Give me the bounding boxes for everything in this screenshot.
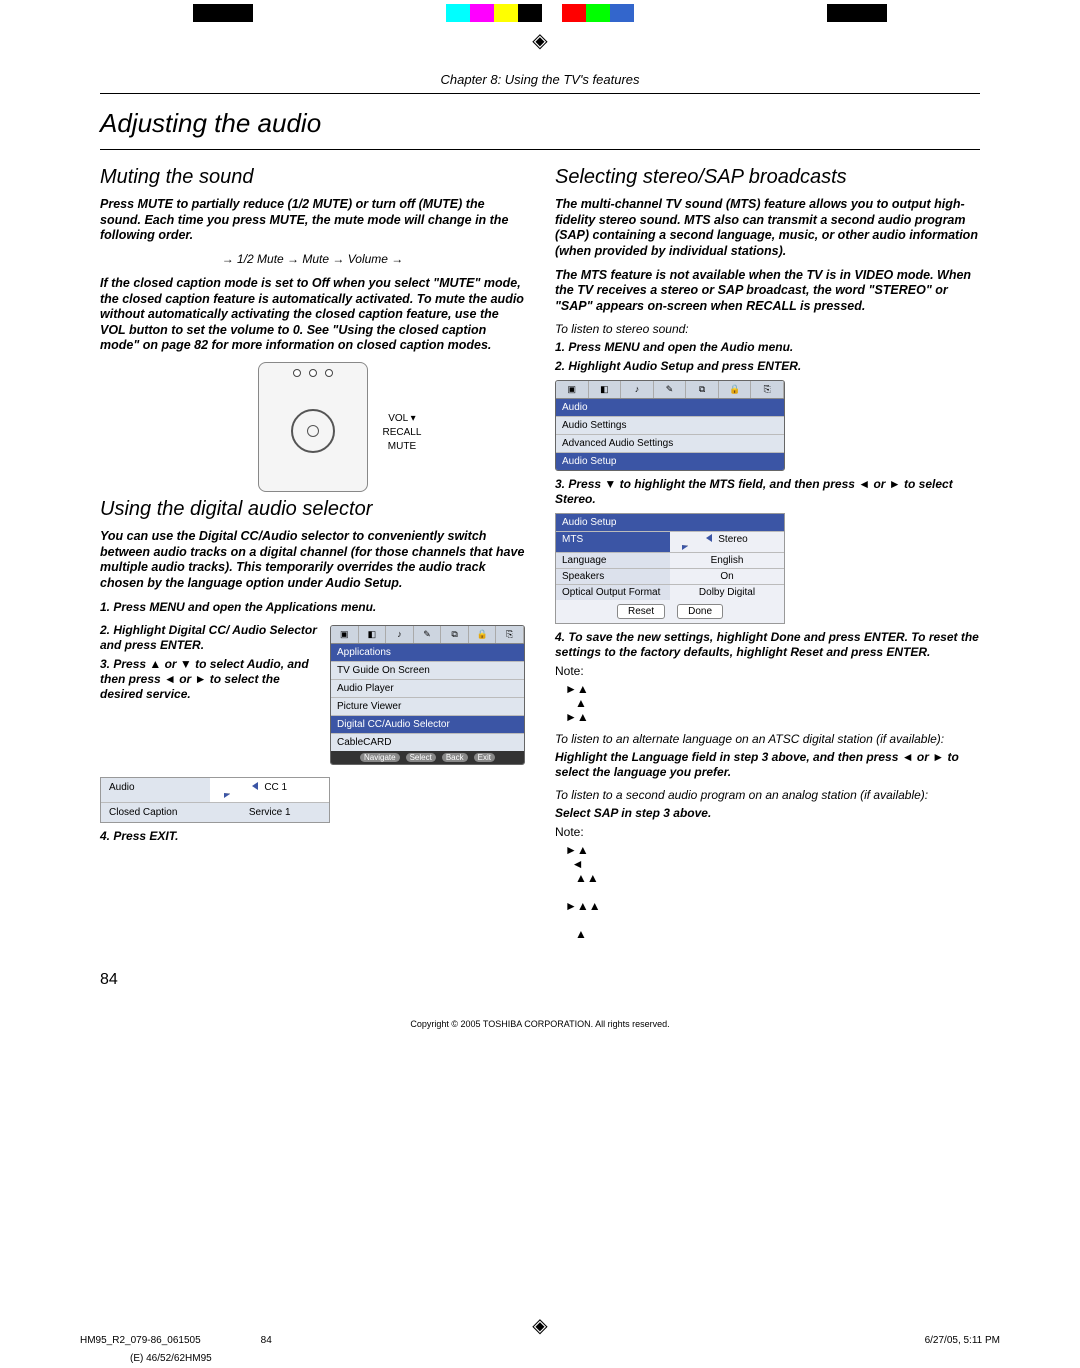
page-number: 84: [100, 971, 980, 989]
tab-icon: ▣: [556, 381, 589, 398]
mute-cycle-chain: → 1/2 Mute → Mute → Volume →: [100, 252, 525, 266]
optical-label: Optical Output Format: [556, 585, 670, 600]
note-label-2: Note:: [555, 825, 980, 839]
audio-setup-table: Audio Setup MTS Stereo Language English …: [555, 513, 785, 624]
tab-icon: ♪: [386, 626, 414, 643]
tab-icon: ⧉: [686, 381, 719, 398]
print-footer: HM95_R2_079-86_061505 84 6/27/05, 5:11 P…: [0, 1335, 1080, 1346]
tab-icon: ✎: [414, 626, 442, 643]
audio-row-label: Audio: [101, 778, 210, 802]
menu-item[interactable]: Audio Settings: [556, 416, 784, 434]
divider: [100, 93, 980, 94]
nav-hint: Exit: [474, 753, 495, 762]
language-value[interactable]: English: [670, 553, 784, 568]
tab-icon: ⧉: [441, 626, 469, 643]
listen-stereo-lead: To listen to stereo sound:: [555, 322, 980, 336]
step-2: 2. Highlight Digital CC/ Audio Selector …: [100, 623, 324, 653]
r-step-1: 1. Press MENU and open the Audio menu.: [555, 340, 980, 355]
mts-value[interactable]: Stereo: [670, 532, 784, 552]
muting-intro: Press MUTE to partially reduce (1/2 MUTE…: [100, 197, 525, 244]
registration-mark-icon: ◈: [532, 28, 547, 53]
note-bullets-2: ►▲ ◄ ▲▲►▲▲ ▲: [565, 843, 980, 941]
stereo-intro-2: The MTS feature is not available when th…: [555, 268, 980, 315]
tab-icon: ◧: [359, 626, 387, 643]
nav-hint: Back: [442, 753, 468, 762]
menu-item[interactable]: Audio Player: [331, 679, 524, 697]
menu-title: Applications: [331, 644, 524, 661]
alt-lang-step: Highlight the Language field in step 3 a…: [555, 750, 980, 780]
remote-diagram: [258, 362, 368, 492]
sap-lead: To listen to a second audio program on a…: [555, 788, 980, 802]
tab-icon: ⎘: [496, 626, 524, 643]
print-date: 6/27/05, 5:11 PM: [925, 1335, 1000, 1346]
manual-page: Chapter 8: Using the TV's features Adjus…: [100, 72, 980, 1029]
menu-title: Audio: [556, 399, 784, 416]
left-column: Muting the sound Press MUTE to partially…: [100, 160, 525, 945]
cc-row-value[interactable]: Service 1: [210, 803, 329, 822]
optical-value[interactable]: Dolby Digital: [670, 585, 784, 600]
done-button[interactable]: Done: [677, 604, 723, 619]
r-step-2: 2. Highlight Audio Setup and press ENTER…: [555, 359, 980, 374]
tab-icon: 🔒: [719, 381, 752, 398]
applications-menu: ▣ ◧ ♪ ✎ ⧉ 🔒 ⎘ Applications TV Guide On S…: [330, 625, 525, 765]
speakers-label: Speakers: [556, 569, 670, 584]
tab-icon: ♪: [621, 381, 654, 398]
step-3: 3. Press ▲ or ▼ to select Audio, and the…: [100, 657, 324, 702]
menu-item[interactable]: Advanced Audio Settings: [556, 434, 784, 452]
remote-callouts: VOL ▾ RECALL MUTE: [383, 412, 422, 454]
muting-cc-note: If the closed caption mode is set to Off…: [100, 276, 525, 354]
tab-icon: 🔒: [469, 626, 497, 643]
tab-icon: ⎘: [751, 381, 784, 398]
menu-item[interactable]: Picture Viewer: [331, 697, 524, 715]
language-label: Language: [556, 553, 670, 568]
footer-page: 84: [261, 1335, 272, 1346]
step-1: 1. Press MENU and open the Applications …: [100, 600, 525, 615]
audio-cc-selector: Audio CC 1 Closed Caption Service 1: [100, 777, 330, 823]
audio-menu: ▣ ◧ ♪ ✎ ⧉ 🔒 ⎘ Audio Audio Settings Advan…: [555, 380, 785, 471]
tab-icon: ◧: [589, 381, 622, 398]
menu-tab-icons: ▣ ◧ ♪ ✎ ⧉ 🔒 ⎘: [556, 381, 784, 399]
doc-id: HM95_R2_079-86_061505: [80, 1335, 201, 1346]
stereo-heading: Selecting stereo/SAP broadcasts: [555, 166, 980, 189]
chapter-heading: Chapter 8: Using the TV's features: [100, 72, 980, 87]
digital-audio-intro: You can use the Digital CC/Audio selecto…: [100, 529, 525, 592]
menu-item[interactable]: TV Guide On Screen: [331, 661, 524, 679]
r-step-3: 3. Press ▼ to highlight the MTS field, a…: [555, 477, 980, 507]
page-title: Adjusting the audio: [100, 108, 980, 139]
nav-hint: Select: [406, 753, 436, 762]
cc-row-label: Closed Caption: [101, 803, 210, 822]
divider: [100, 149, 980, 150]
note-bullets: ►▲ ▲►▲: [565, 682, 980, 724]
note-label: Note:: [555, 664, 980, 678]
muting-heading: Muting the sound: [100, 166, 525, 189]
reset-button[interactable]: Reset: [617, 604, 665, 619]
step-4: 4. Press EXIT.: [100, 829, 525, 844]
copyright: Copyright © 2005 TOSHIBA CORPORATION. Al…: [100, 1019, 980, 1029]
menu-item-selected[interactable]: Audio Setup: [556, 452, 784, 470]
right-column: Selecting stereo/SAP broadcasts The mult…: [555, 160, 980, 945]
nav-hint: Navigate: [360, 753, 400, 762]
menu-tab-icons: ▣ ◧ ♪ ✎ ⧉ 🔒 ⎘: [331, 626, 524, 644]
recall-label: RECALL: [383, 426, 422, 440]
model-id: (E) 46/52/62HM95: [130, 1353, 212, 1364]
digital-audio-heading: Using the digital audio selector: [100, 498, 525, 521]
speakers-value[interactable]: On: [670, 569, 784, 584]
audio-row-value[interactable]: CC 1: [210, 778, 329, 802]
vol-label: VOL ▾: [383, 412, 422, 426]
table-title: Audio Setup: [556, 514, 784, 531]
tab-icon: ▣: [331, 626, 359, 643]
r-step-4: 4. To save the new settings, highlight D…: [555, 630, 980, 660]
alt-lang-lead: To listen to an alternate language on an…: [555, 732, 980, 746]
menu-item[interactable]: CableCARD: [331, 733, 524, 751]
printer-color-bar: [0, 4, 1080, 22]
mute-label: MUTE: [383, 440, 422, 454]
mts-label: MTS: [556, 532, 670, 552]
sap-step: Select SAP in step 3 above.: [555, 806, 980, 821]
menu-item-selected[interactable]: Digital CC/Audio Selector: [331, 715, 524, 733]
stereo-intro-1: The multi-channel TV sound (MTS) feature…: [555, 197, 980, 260]
tab-icon: ✎: [654, 381, 687, 398]
menu-footer: Navigate Select Back Exit: [331, 751, 524, 764]
